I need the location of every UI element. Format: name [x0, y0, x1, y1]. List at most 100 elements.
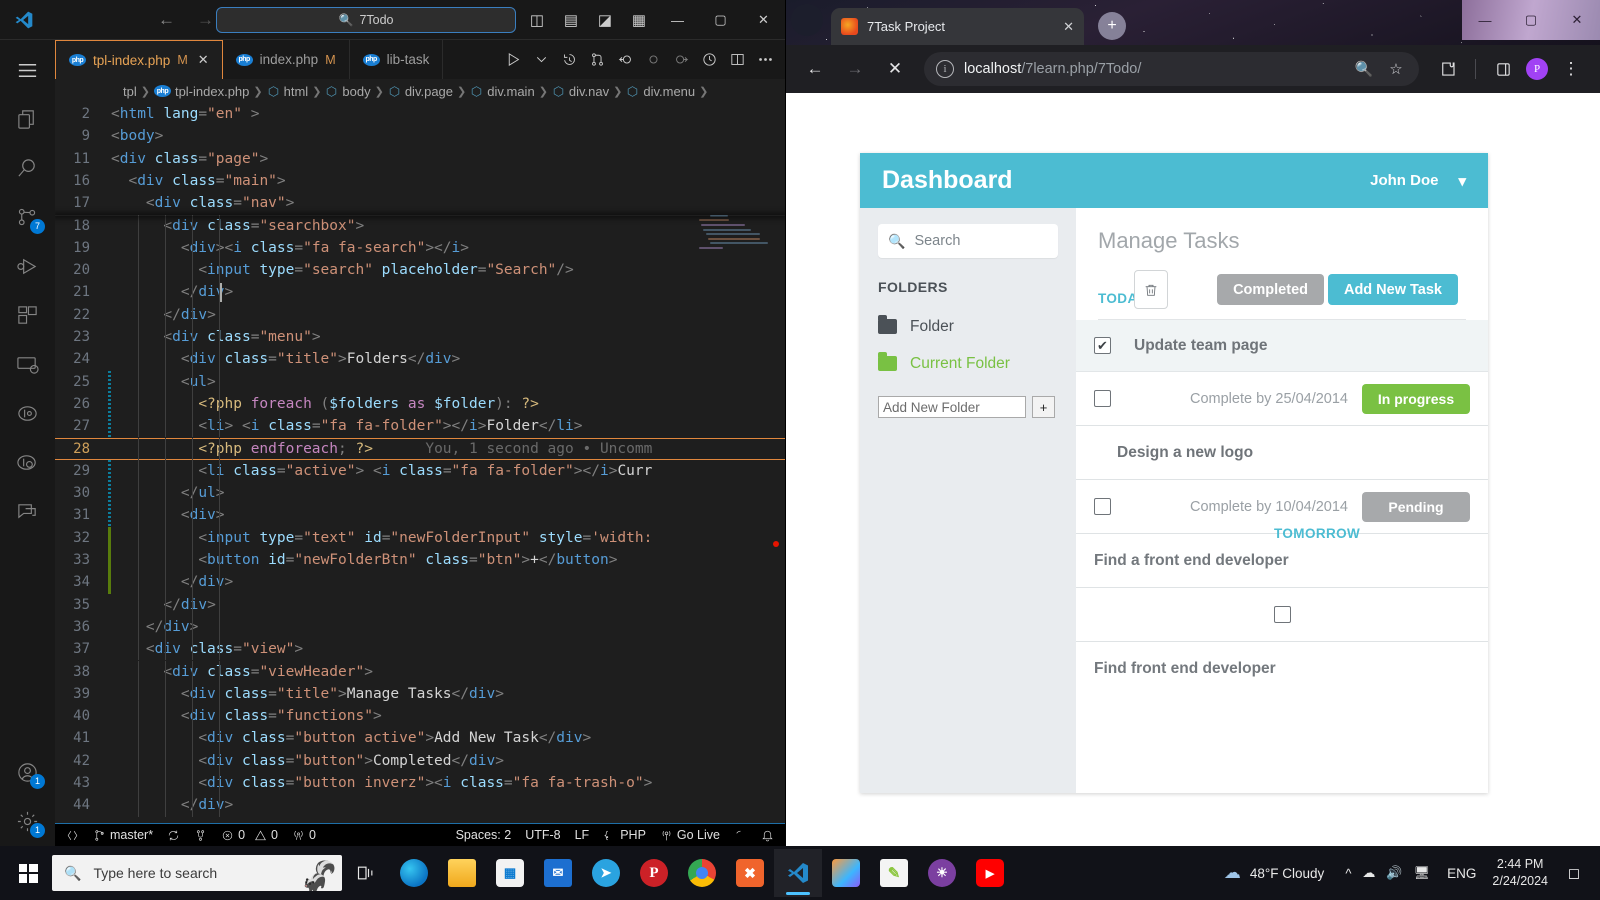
profile-avatar[interactable]: P — [1526, 58, 1548, 80]
add-new-task-button[interactable]: Add New Task — [1327, 274, 1458, 305]
info-circle-icon[interactable]: i — [936, 60, 954, 78]
panel-left-icon[interactable]: ◫ — [520, 11, 554, 29]
table-row[interactable]: TOMORROW Find a front end developer — [1076, 526, 1488, 588]
volume-icon[interactable]: 🔊 — [1386, 865, 1402, 881]
code-line[interactable]: 16 <div class="main"> — [55, 169, 785, 193]
back-button[interactable]: ← — [798, 52, 832, 86]
taskbar-search[interactable]: 🔍 Type here to search 🦨 — [52, 855, 342, 891]
taskbar-item-photos[interactable]: ☀ — [918, 849, 966, 897]
stop-loading-button[interactable]: ✕ — [878, 52, 912, 86]
address-bar[interactable]: i localhost/7learn.php/7Todo/ 🔍 ☆ — [924, 52, 1419, 86]
timeline-icon[interactable] — [556, 45, 583, 75]
eol-button[interactable]: LF — [568, 824, 597, 847]
remote-window-button[interactable] — [59, 824, 86, 847]
task-view-button[interactable] — [342, 849, 390, 897]
forward-button[interactable]: → — [838, 52, 872, 86]
taskbar-item-chrome[interactable] — [678, 849, 726, 897]
indentation-button[interactable]: Spaces: 2 — [449, 824, 519, 847]
task-checkbox[interactable]: ✔ — [1094, 337, 1111, 354]
git-graph-icon[interactable] — [0, 389, 55, 438]
extensions-puzzle-icon[interactable] — [1431, 52, 1465, 86]
table-row[interactable]: Find front end developer — [1076, 642, 1488, 696]
code-line[interactable]: 11 <div class="page"> — [55, 147, 785, 170]
chevron-down-icon[interactable]: ▾ — [1458, 172, 1466, 190]
code-line[interactable]: 2 <html lang="en" > — [55, 103, 785, 126]
taskbar-item-mail[interactable]: ✉ — [534, 849, 582, 897]
explorer-icon[interactable] — [0, 95, 55, 144]
maximize-button[interactable]: ▢ — [699, 0, 742, 40]
minimize-button[interactable]: — — [656, 0, 699, 40]
breadcrumb-item-body[interactable]: body — [325, 84, 371, 99]
zoom-icon[interactable]: 🔍 — [1353, 60, 1375, 78]
start-button[interactable] — [4, 849, 52, 897]
source-control-icon[interactable]: 7 — [0, 193, 55, 242]
breadcrumb-item-div-main[interactable]: div.main — [470, 84, 535, 99]
breadcrumb-item-html[interactable]: html — [267, 84, 308, 99]
panel-bottom-icon[interactable]: ▤ — [554, 11, 588, 29]
search-icon[interactable] — [0, 144, 55, 193]
network-icon[interactable]: 🖥 — [1414, 865, 1431, 881]
add-folder-button[interactable]: + — [1032, 396, 1055, 418]
forward-arrow-icon[interactable]: → — [197, 10, 214, 30]
breadcrumb-item-div-nav[interactable]: div.nav — [552, 84, 609, 99]
taskbar-item-xampp[interactable]: ✖ — [726, 849, 774, 897]
split-editor-icon[interactable] — [724, 45, 751, 75]
chat-icon[interactable] — [0, 487, 55, 536]
minimize-button[interactable]: — — [1462, 0, 1508, 40]
taskbar-item-vscode[interactable] — [774, 849, 822, 897]
go-live-button[interactable]: Go Live — [653, 824, 727, 847]
language-indicator[interactable]: ENG — [1441, 866, 1482, 881]
task-checkbox[interactable] — [1094, 390, 1111, 407]
accounts-icon[interactable]: 1 — [0, 748, 55, 797]
user-menu[interactable]: John Doe ▾ — [1370, 172, 1466, 190]
close-button[interactable]: ✕ — [742, 0, 785, 40]
circle-icon[interactable] — [640, 45, 667, 75]
breadcrumb-item-div-page[interactable]: div.page — [388, 84, 453, 99]
show-hidden-icons-icon[interactable]: ^ — [1345, 866, 1351, 881]
new-folder-input[interactable] — [878, 396, 1026, 418]
taskbar-item-pinterest[interactable]: P — [630, 849, 678, 897]
code-line[interactable]: 17 <div class="nav"> — [55, 192, 785, 215]
delete-button[interactable] — [1134, 270, 1168, 309]
compare-icon[interactable] — [584, 45, 611, 75]
git-lens-icon[interactable] — [0, 438, 55, 487]
close-icon[interactable]: ✕ — [198, 52, 209, 68]
table-row[interactable] — [1076, 588, 1488, 642]
close-button[interactable]: ✕ — [1554, 0, 1600, 40]
taskbar-item-youtube[interactable]: ▶ — [966, 849, 1014, 897]
go-back-icon[interactable] — [612, 45, 639, 75]
notification-icon[interactable]: ◻ — [1558, 864, 1590, 882]
task-checkbox[interactable] — [1094, 498, 1111, 515]
ports-button[interactable]: 0 — [285, 824, 323, 847]
code-editor[interactable]: 2 <html lang="en" > 9 <body> 11 <div class="p… — [55, 103, 785, 823]
hamburger-menu-icon[interactable] — [0, 46, 55, 95]
table-row[interactable]: ✔ Update team page — [1076, 320, 1488, 372]
tab-search-chevron-icon[interactable]: chevron-down-icon — [791, 4, 823, 36]
encoding-button[interactable]: UTF-8 — [518, 824, 567, 847]
customize-layout-icon[interactable]: ▦ — [622, 11, 656, 29]
code-line[interactable]: 9 <body> — [55, 125, 785, 148]
problems-button[interactable]: 0 0 — [214, 824, 285, 847]
sidebar-search[interactable]: 🔍 — [878, 224, 1102, 258]
close-icon[interactable]: ✕ — [1063, 19, 1074, 35]
side-panel-icon[interactable] — [1486, 52, 1520, 86]
git-fork-button[interactable] — [187, 824, 214, 847]
remote-explorer-icon[interactable] — [0, 340, 55, 389]
taskbar-item-sublime[interactable] — [822, 849, 870, 897]
panel-right-icon[interactable]: ◪ — [588, 11, 622, 29]
new-tab-button[interactable]: + — [1098, 12, 1126, 40]
settings-gear-icon[interactable]: 1 — [0, 797, 55, 846]
table-row[interactable]: Design a new logo — [1076, 426, 1488, 480]
editor-tab-tpl-index[interactable]: php tpl-index.php M ✕ — [55, 40, 223, 79]
notifications-bell-button[interactable] — [754, 824, 781, 847]
completed-button[interactable]: Completed — [1217, 274, 1324, 305]
vscode-nav-arrows[interactable]: ← → — [158, 10, 214, 30]
browser-tab[interactable]: 7Task Project ✕ — [831, 8, 1084, 45]
maximize-button[interactable]: ▢ — [1508, 0, 1554, 40]
table-row[interactable]: Complete by 25/04/2014 In progress — [1076, 372, 1488, 426]
extensions-icon[interactable] — [0, 291, 55, 340]
weather-widget[interactable]: ☁ 48°F Cloudy — [1214, 863, 1334, 883]
editor-tab-lib-task[interactable]: php lib-task — [349, 40, 444, 79]
task-checkbox[interactable] — [1273, 606, 1291, 623]
taskbar-item-telegram[interactable]: ➤ — [582, 849, 630, 897]
